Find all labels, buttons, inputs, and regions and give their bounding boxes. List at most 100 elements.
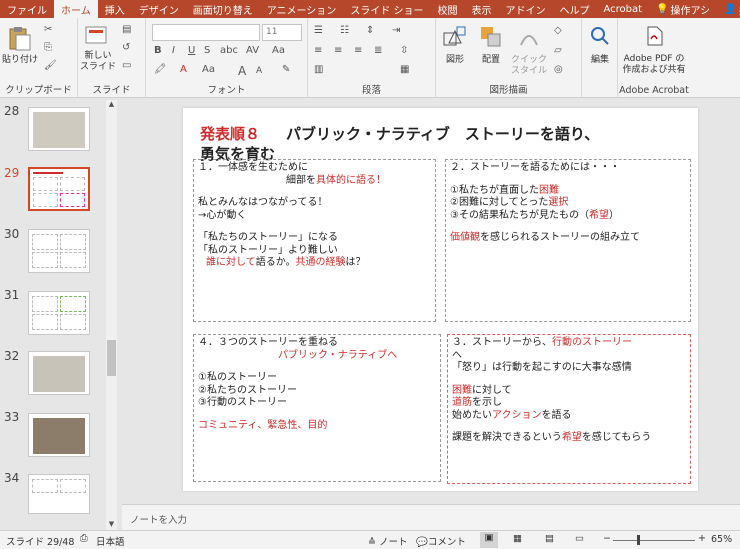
indent-icon[interactable]: ⇥ xyxy=(392,25,400,36)
arrange-label[interactable]: 配置 xyxy=(476,55,506,66)
find-icon[interactable] xyxy=(588,24,612,48)
scroll-up-icon[interactable]: ▲ xyxy=(106,100,117,110)
spacing-icon[interactable]: AV xyxy=(246,45,259,56)
slide-thumbnail[interactable] xyxy=(28,291,90,335)
copy-icon[interactable]: ⎘ xyxy=(44,42,52,53)
shape-effects-icon[interactable]: ◎ xyxy=(554,64,563,75)
textbox-unity[interactable]: １．一体感を生むために 細部を具体的に語る！ 私とみんなはつながってる！ →心が… xyxy=(193,159,436,322)
tab-file[interactable]: ファイル xyxy=(0,0,54,18)
align-left-icon[interactable]: ≡ xyxy=(314,45,322,56)
cut-icon[interactable]: ✂ xyxy=(44,24,52,35)
shadow-icon[interactable]: S xyxy=(204,45,210,56)
slide-thumbnail[interactable] xyxy=(28,474,90,514)
new-slide-icon[interactable] xyxy=(84,24,110,48)
arrange-icon[interactable] xyxy=(478,24,504,50)
textbox-three-stories[interactable]: ４．３つのストーリーを重ねる パブリック・ナラティブへ ①私のストーリー ②私た… xyxy=(193,334,441,482)
language-indicator[interactable]: 日本語 xyxy=(96,534,125,548)
tab-slideshow[interactable]: スライド ショー xyxy=(343,0,430,18)
quick-styles-label-2[interactable]: スタイル xyxy=(508,66,550,77)
paste-icon[interactable] xyxy=(6,24,32,52)
normal-view-icon[interactable]: ▣ xyxy=(480,532,498,548)
tab-addins[interactable]: アドイン xyxy=(499,0,553,18)
clear-format-label[interactable]: Aa xyxy=(202,64,215,75)
align-center-icon[interactable]: ≡ xyxy=(334,45,342,56)
text-effects-icon[interactable]: 🖍 xyxy=(154,64,167,75)
text-direction-icon[interactable]: ⇳ xyxy=(400,45,408,56)
adobe-pdf-icon[interactable] xyxy=(642,24,666,48)
tab-home[interactable]: ホーム xyxy=(54,0,98,18)
adobe-pdf-label-1[interactable]: Adobe PDF の xyxy=(618,54,690,65)
strikethrough-icon[interactable]: abc xyxy=(220,45,238,56)
quick-styles-icon[interactable] xyxy=(516,24,542,50)
underline-icon[interactable]: U xyxy=(188,45,195,56)
numbering-icon[interactable]: ☷ xyxy=(340,25,349,36)
slideshow-icon[interactable]: ▭ xyxy=(575,533,584,544)
scroll-down-icon[interactable]: ▼ xyxy=(106,520,117,530)
smartart-icon[interactable]: ▦ xyxy=(400,64,409,75)
new-slide-label-2[interactable]: スライド xyxy=(78,62,118,73)
slide-canvas[interactable]: 発表順８ パブリック・ナラティブ ストーリーを語り、 勇気を育む １．一体感を生む… xyxy=(183,108,698,491)
comments-toggle[interactable]: 💬コメント xyxy=(416,534,466,548)
thumbnail-scrollbar[interactable]: ▲ ▼ xyxy=(106,100,117,530)
font-color-icon[interactable]: A xyxy=(180,64,187,75)
slide-thumbnail[interactable] xyxy=(28,351,90,395)
tell-me-search[interactable]: 💡 操作アシ xyxy=(649,0,717,18)
edit-group: 編集 xyxy=(582,18,618,98)
paste-label[interactable]: 貼り付け xyxy=(2,55,38,66)
edit-label[interactable]: 編集 xyxy=(582,55,618,66)
font-size-box[interactable]: 11 xyxy=(262,24,302,41)
tab-acrobat[interactable]: Acrobat xyxy=(597,0,650,18)
font-name-box[interactable] xyxy=(152,24,260,41)
notes-icon: ≙ xyxy=(368,537,379,548)
new-slide-label-1[interactable]: 新しい xyxy=(78,51,118,62)
clear-all-icon[interactable]: ✎ xyxy=(282,64,290,75)
tab-review[interactable]: 校閲 xyxy=(431,0,465,18)
slide-thumbnail[interactable] xyxy=(28,413,90,457)
justify-icon[interactable]: ≣ xyxy=(374,45,382,56)
tab-view[interactable]: 表示 xyxy=(465,0,499,18)
spellcheck-icon[interactable]: ⎙ xyxy=(80,533,88,544)
shape-outline-icon[interactable]: ▱ xyxy=(554,45,562,56)
format-painter-icon[interactable]: 🖌 xyxy=(44,60,57,71)
tab-animations[interactable]: アニメーション xyxy=(260,0,344,18)
notes-pane[interactable]: ノートを入力 xyxy=(122,504,740,530)
shrink-font-icon[interactable]: A xyxy=(256,66,262,76)
columns-icon[interactable]: ▥ xyxy=(314,64,323,75)
tab-design[interactable]: デザイン xyxy=(132,0,186,18)
zoom-level[interactable]: 65% xyxy=(711,534,732,545)
textbox-how-to-tell[interactable]: ２．ストーリーを語るためには・・・ ①私たちが直面した困難 ②困難に対してとった… xyxy=(445,159,691,322)
grow-font-icon[interactable]: A xyxy=(238,64,246,78)
bold-icon[interactable]: B xyxy=(154,45,162,56)
shapes-label[interactable]: 図形 xyxy=(440,55,470,66)
quick-styles-label-1[interactable]: クイック xyxy=(508,55,550,66)
zoom-slider[interactable] xyxy=(613,540,695,541)
reading-view-icon[interactable]: ▤ xyxy=(545,533,554,544)
tab-help[interactable]: ヘルプ xyxy=(553,0,597,18)
slide-thumbnail[interactable] xyxy=(28,107,90,151)
slide-thumbnail[interactable] xyxy=(28,229,90,273)
thumb-number: 29 xyxy=(4,166,20,180)
notes-toggle[interactable]: ≙ ノート xyxy=(368,534,408,548)
tab-transitions[interactable]: 画面切り替え xyxy=(186,0,260,18)
bullets-icon[interactable]: ☰ xyxy=(314,25,323,36)
scrollbar-thumb[interactable] xyxy=(107,340,116,376)
layout-icon[interactable]: ▤ xyxy=(122,24,131,35)
case-icon[interactable]: Aa xyxy=(272,45,285,56)
align-right-icon[interactable]: ≡ xyxy=(354,45,362,56)
reset-icon[interactable]: ↺ xyxy=(122,42,130,53)
slide-title[interactable]: 発表順８ パブリック・ナラティブ ストーリーを語り、 勇気を育む xyxy=(200,124,599,164)
line-spacing-icon[interactable]: ⇕ xyxy=(366,25,374,36)
tab-insert[interactable]: 挿入 xyxy=(98,0,132,18)
section-icon[interactable]: ▭ xyxy=(122,60,131,71)
slide-thumbnail-selected[interactable] xyxy=(28,167,90,211)
shapes-icon[interactable] xyxy=(442,24,468,50)
italic-icon[interactable]: I xyxy=(172,45,175,56)
zoom-in-icon[interactable]: + xyxy=(698,533,706,544)
zoom-slider-handle[interactable] xyxy=(637,535,640,545)
adobe-pdf-label-2[interactable]: 作成および共有 xyxy=(618,65,690,76)
zoom-out-icon[interactable]: − xyxy=(603,533,611,544)
textbox-story-of-action[interactable]: ３．ストーリーから、行動のストーリー へ 「怒り」は行動を起こすのに大事な感情 … xyxy=(447,334,691,484)
slide-sorter-icon[interactable]: ▦ xyxy=(513,533,522,544)
share-button[interactable]: 👤共 xyxy=(717,0,740,18)
shape-fill-icon[interactable]: ◇ xyxy=(554,25,562,36)
